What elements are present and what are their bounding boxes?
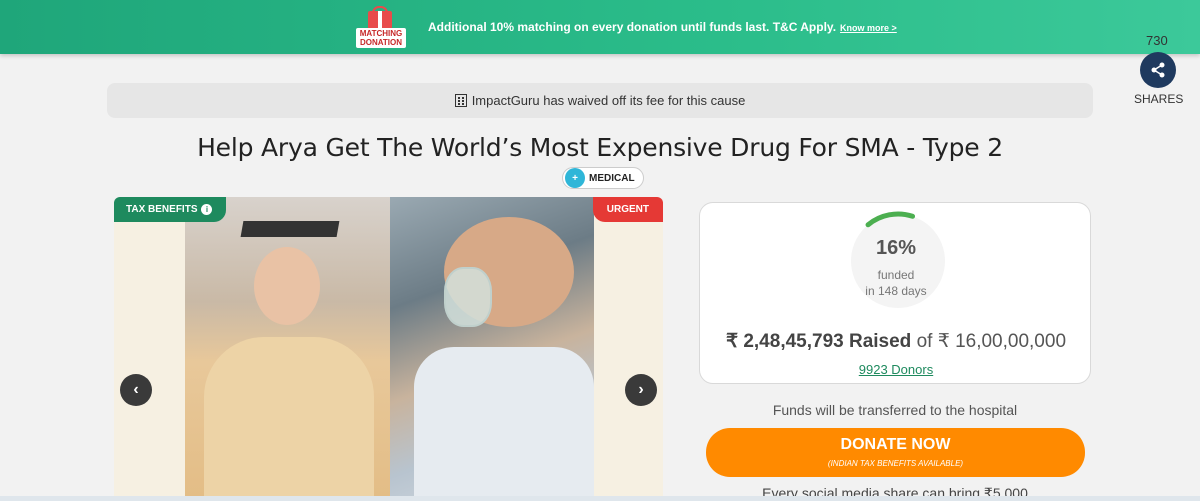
amount-raised: ₹ 2,48,45,793 Raised of ₹ 16,00,00,000 <box>725 331 1067 352</box>
hospital-icon: + <box>565 168 585 188</box>
info-icon[interactable]: i <box>201 204 213 215</box>
building-icon <box>454 94 467 107</box>
page-title: Help Arya Get The World’s Most Expensive… <box>197 133 1003 162</box>
share-button[interactable] <box>1140 52 1176 88</box>
matching-banner: MATCHING DONATION Additional 10% matchin… <box>0 0 1200 54</box>
fee-waived-notice: ImpactGuru has waived off its fee for th… <box>107 83 1093 118</box>
carousel-next-button[interactable]: › <box>625 374 657 406</box>
tax-benefits-tag[interactable]: TAX BENEFITS i <box>114 197 227 222</box>
donate-label: DONATE NOW <box>840 436 951 453</box>
progress-ring <box>851 211 945 308</box>
gift-icon: MATCHING DONATION <box>356 6 406 50</box>
know-more-link[interactable]: Know more > <box>840 23 897 33</box>
carousel-prev-button[interactable]: ‹ <box>120 374 152 406</box>
donate-sublabel: (INDIAN TAX BENEFITS AVAILABLE) <box>827 459 964 468</box>
shares-label: SHARES <box>1134 92 1184 106</box>
notice-text: ImpactGuru has waived off its fee for th… <box>471 93 746 108</box>
funded-percent: 16% <box>875 237 917 259</box>
urgent-tag: URGENT <box>592 197 663 222</box>
days-count: in 148 days <box>865 284 927 298</box>
transfer-note: Funds will be transferred to the hospita… <box>772 402 1018 418</box>
funding-card: 16% funded in 148 days ₹ 2,48,45,793 Rai… <box>699 202 1091 384</box>
gift-label: MATCHING DONATION <box>356 28 406 48</box>
share-icon <box>1151 62 1165 78</box>
shares-count: 730 <box>1146 33 1168 48</box>
image-carousel[interactable]: TAX BENEFITS i URGENT ‹ › <box>114 197 663 497</box>
funded-label: funded <box>877 268 915 282</box>
donate-now-button[interactable]: DONATE NOW (INDIAN TAX BENEFITS AVAILABL… <box>706 428 1085 477</box>
donors-link[interactable]: 9923 Donors <box>700 362 1092 377</box>
category-badge[interactable]: + MEDICAL <box>562 167 644 189</box>
category-label: MEDICAL <box>589 172 635 184</box>
banner-text: Additional 10% matching on every donatio… <box>428 20 897 34</box>
